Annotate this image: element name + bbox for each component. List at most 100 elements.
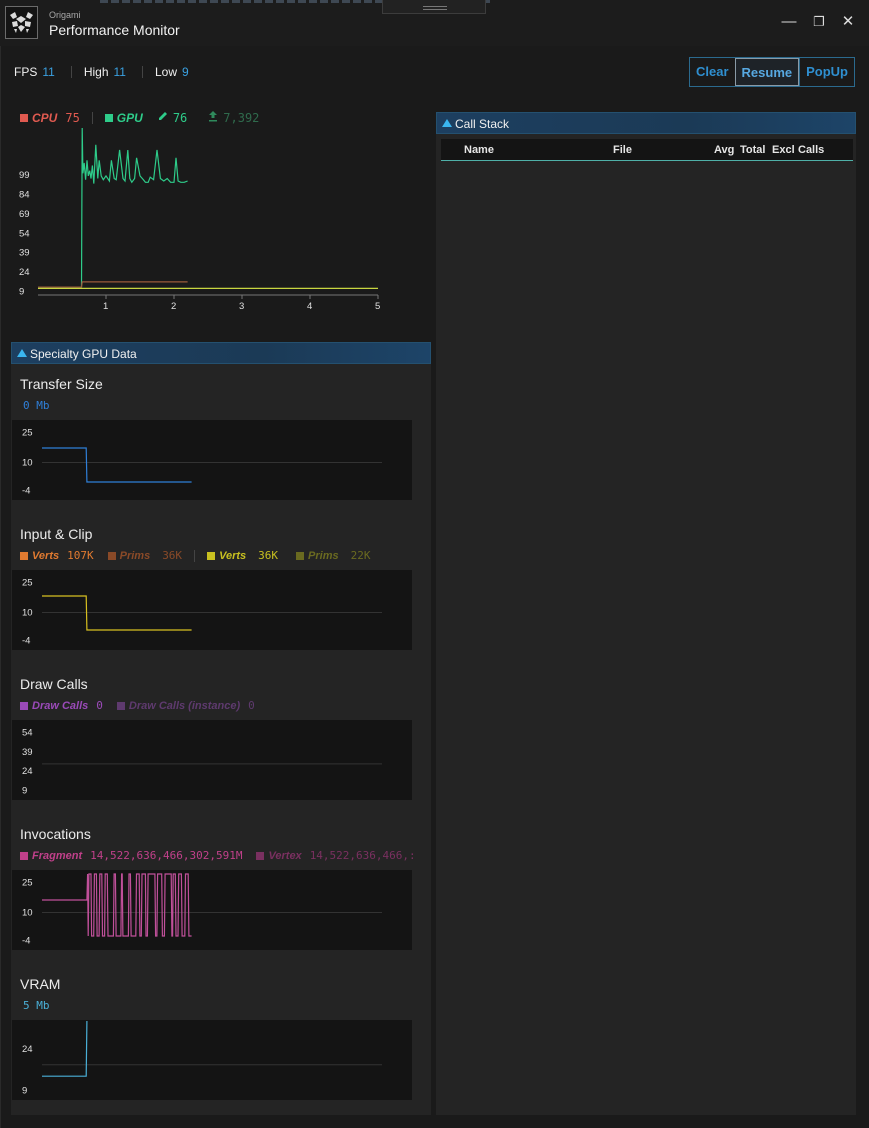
input-clip-chart: 25 10 -4 xyxy=(12,570,412,650)
column-avg[interactable]: Avg xyxy=(714,144,734,156)
column-excl[interactable]: Excl xyxy=(772,144,795,156)
cpu-label: CPU xyxy=(32,110,58,125)
main-chart-legend: CPU 75 GPU 76 7,392 xyxy=(20,110,259,125)
call-stack-label: Call Stack xyxy=(455,117,510,131)
toolbar-button-group: Clear Resume PopUp xyxy=(689,57,855,87)
fragment-label: Fragment xyxy=(32,849,83,862)
cpu-value: 75 xyxy=(65,110,80,125)
cpu-gpu-chart: 99 84 69 54 39 24 9 1 2 3 4 5 xyxy=(19,128,380,312)
y-tick-label: 39 xyxy=(22,747,33,758)
y-tick-label: 69 xyxy=(19,209,30,220)
series-line-cpu xyxy=(38,281,188,288)
verts-value: 107K xyxy=(67,549,94,562)
y-tick-label: 24 xyxy=(22,1044,33,1055)
draw-instance-label: Draw Calls (instance) xyxy=(128,699,241,712)
collapse-triangle-icon[interactable] xyxy=(17,349,27,357)
y-tick-label: 25 xyxy=(22,428,33,439)
y-tick-label: 10 xyxy=(22,908,33,919)
clear-button[interactable]: Clear xyxy=(690,58,735,86)
invocations-title: Invocations xyxy=(20,826,91,842)
draw-calls-legend: Draw Calls 0 Draw Calls (instance) 0 xyxy=(20,699,255,712)
app-name: Origami xyxy=(49,10,81,20)
restore-icon[interactable]: ❐ xyxy=(809,12,829,32)
vram-chart: 24 9 xyxy=(12,1020,412,1100)
y-tick-label: 25 xyxy=(22,878,33,889)
y-tick-label: 24 xyxy=(19,267,30,278)
draw-calls-swatch xyxy=(20,701,28,710)
y-tick-label: 99 xyxy=(19,170,30,181)
collapse-triangle-icon[interactable] xyxy=(442,119,452,127)
series-line-verts xyxy=(42,595,192,631)
x-tick-label: 5 xyxy=(375,301,380,312)
column-file[interactable]: File xyxy=(613,144,632,156)
specialty-header-label: Specialty GPU Data xyxy=(30,347,137,361)
y-tick-label: 54 xyxy=(19,228,30,239)
series-line-fragment xyxy=(42,873,192,937)
clip-prims-swatch xyxy=(296,551,305,560)
y-tick-label: -4 xyxy=(22,936,30,947)
x-tick-label: 1 xyxy=(103,301,108,312)
x-tick-label: 2 xyxy=(171,301,176,312)
y-tick-label: 24 xyxy=(22,766,33,777)
series-line-vram xyxy=(42,1020,88,1077)
fps-label: FPS xyxy=(14,65,38,79)
divider xyxy=(70,66,72,78)
call-stack-table-header: Name File Avg Total Excl Calls xyxy=(441,139,853,161)
vram-title: VRAM xyxy=(20,976,61,992)
vertex-swatch xyxy=(256,851,265,860)
close-icon[interactable]: ✕ xyxy=(838,12,858,32)
y-tick-label: 9 xyxy=(22,786,27,797)
fragment-value: 14,522,636,466,302,591M xyxy=(90,849,243,862)
draw-instance-swatch xyxy=(116,701,125,710)
gpu-swatch xyxy=(104,113,113,122)
draw-calls-label: Draw Calls xyxy=(32,699,89,712)
y-tick-label: 25 xyxy=(22,578,33,589)
divider xyxy=(91,111,93,124)
x-tick-label: 3 xyxy=(239,301,244,312)
divider xyxy=(141,66,143,78)
column-calls[interactable]: Calls xyxy=(798,144,824,156)
y-tick-label: 10 xyxy=(22,458,33,469)
y-tick-label: 9 xyxy=(19,287,24,298)
draw-calls-title: Draw Calls xyxy=(20,676,88,692)
clip-verts-label: Verts xyxy=(219,549,247,562)
x-tick-label: 4 xyxy=(307,301,312,312)
vram-value: 5 Mb xyxy=(23,999,50,1012)
minimize-icon[interactable]: — xyxy=(779,12,799,32)
column-total[interactable]: Total xyxy=(740,144,765,156)
call-stack-header[interactable]: Call Stack xyxy=(436,112,856,134)
input-clip-title: Input & Clip xyxy=(20,526,93,542)
cpu-swatch xyxy=(20,113,28,122)
draw-calls-chart: 54 39 24 9 xyxy=(12,720,412,800)
fps-value: 11 xyxy=(42,65,55,79)
vertex-label: Vertex xyxy=(268,849,302,862)
prims-swatch xyxy=(107,551,116,560)
prims-label: Prims xyxy=(119,549,151,562)
invocations-chart: 25 10 -4 xyxy=(12,870,412,950)
gpu-label: GPU xyxy=(116,110,143,125)
verts-label: Verts xyxy=(32,549,60,562)
transfer-size-title: Transfer Size xyxy=(20,376,103,392)
high-value: 11 xyxy=(113,65,126,79)
column-name[interactable]: Name xyxy=(464,144,494,156)
low-value: 9 xyxy=(181,65,189,79)
specialty-gpu-header[interactable]: Specialty GPU Data xyxy=(11,342,431,364)
gpu-value: 76 xyxy=(172,110,188,125)
memory-value: 7,392 xyxy=(223,110,260,125)
origami-logo-icon xyxy=(5,6,38,39)
memory-upload-icon xyxy=(207,110,219,125)
clip-prims-value: 22K xyxy=(350,549,371,562)
series-line-gpu xyxy=(38,128,188,288)
transfer-size-chart: 25 10 -4 xyxy=(12,420,412,500)
resume-button[interactable]: Resume xyxy=(734,58,800,86)
window-title: Performance Monitor xyxy=(49,22,180,38)
fragment-swatch xyxy=(20,851,28,860)
popup-button[interactable]: PopUp xyxy=(799,58,854,86)
clip-prims-label: Prims xyxy=(308,549,339,562)
drag-handle[interactable] xyxy=(382,0,486,14)
y-tick-label: -4 xyxy=(22,636,30,647)
clip-verts-value: 36K xyxy=(258,549,279,562)
y-tick-label: 84 xyxy=(19,189,30,200)
verts-swatch xyxy=(20,551,28,560)
draw-instance-value: 0 xyxy=(248,699,255,712)
